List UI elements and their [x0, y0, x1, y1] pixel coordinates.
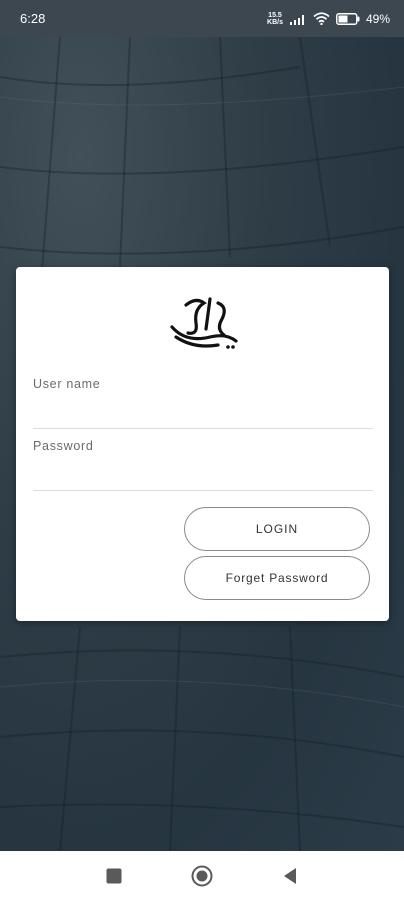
- status-time: 6:28: [20, 11, 46, 26]
- forget-password-button[interactable]: Forget Password: [184, 556, 370, 600]
- status-icons: 15.5 KB/s 49%: [267, 12, 390, 26]
- login-card: User name Password LOGIN Forget Password: [16, 267, 389, 621]
- username-label: User name: [33, 377, 101, 391]
- network-speed-unit: KB/s: [267, 18, 283, 26]
- username-input[interactable]: [33, 395, 373, 423]
- network-speed: 15.5 KB/s: [267, 12, 283, 26]
- wifi-icon: [313, 12, 330, 25]
- signal-icon: [289, 14, 304, 25]
- password-input[interactable]: [33, 457, 373, 485]
- calligraphy-logo: [170, 297, 238, 349]
- network-speed-value: 15.5: [268, 11, 282, 19]
- password-field[interactable]: Password: [33, 439, 373, 491]
- circle-home-icon[interactable]: [191, 865, 213, 887]
- login-button[interactable]: LOGIN: [184, 507, 370, 551]
- password-label: Password: [33, 439, 94, 453]
- square-recents-icon[interactable]: [106, 868, 122, 884]
- triangle-back-icon[interactable]: [282, 867, 298, 885]
- battery-icon: [336, 12, 360, 25]
- username-field[interactable]: User name: [33, 377, 373, 429]
- status-bar: 6:28 15.5 KB/s 49%: [0, 0, 404, 37]
- navigation-bar: [0, 851, 404, 900]
- battery-percentage: 49%: [365, 11, 390, 26]
